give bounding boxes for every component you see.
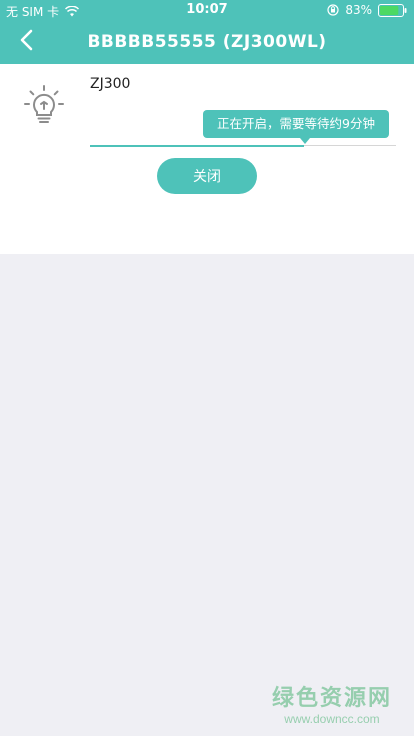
header: 无 SIM 卡 10:07 83% BBBBB55555 (ZJ300WL) — [0, 0, 414, 64]
watermark: 绿色资源网 www.downcc.com — [272, 680, 392, 726]
battery-icon — [378, 3, 408, 17]
chevron-left-icon — [19, 29, 33, 55]
orientation-lock-icon — [327, 4, 339, 16]
device-card: ZJ300 正在开启，需要等待约9分钟 关闭 — [0, 64, 414, 254]
back-button[interactable] — [10, 26, 42, 58]
watermark-title: 绿色资源网 — [271, 686, 392, 711]
progress-fill — [90, 144, 305, 147]
device-name: ZJ300 — [90, 76, 131, 92]
status-tooltip: 正在开启，需要等待约9分钟 — [203, 110, 389, 138]
progress-bar — [90, 144, 396, 147]
status-right: 83% — [327, 3, 408, 17]
tooltip-arrow — [300, 138, 310, 144]
page-title: BBBBB55555 (ZJ300WL) — [87, 32, 327, 52]
battery-percent: 83% — [345, 3, 372, 17]
screen: 无 SIM 卡 10:07 83% BBBBB55555 (ZJ300WL) Z… — [0, 0, 414, 736]
watermark-url: www.downcc.com — [284, 712, 380, 726]
lightbulb-icon — [23, 84, 65, 126]
nav-bar: BBBBB55555 (ZJ300WL) — [0, 20, 414, 64]
close-button[interactable]: 关闭 — [157, 158, 257, 194]
status-bar: 无 SIM 卡 10:07 83% — [0, 0, 414, 20]
